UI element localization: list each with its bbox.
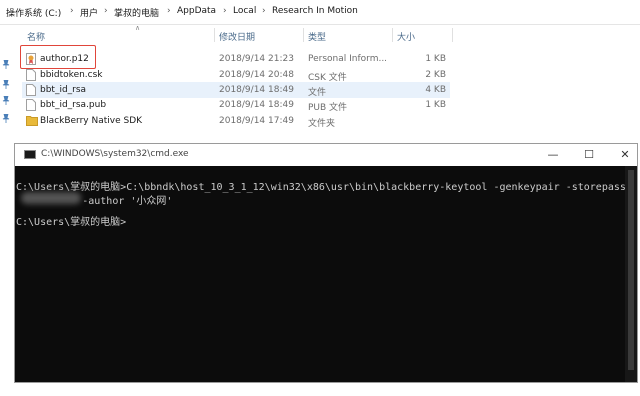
console-scrollbar[interactable] [625,166,637,382]
file-name: bbt_id_rsa.pub [40,100,107,110]
quick-access-pins [0,24,14,144]
breadcrumb-item-local[interactable]: Local [233,6,256,16]
file-row[interactable]: bbidtoken.csk 2018/9/14 20:48 CSK 文件 2 K… [22,67,450,83]
column-divider[interactable] [214,28,215,42]
pin-icon[interactable] [2,60,10,69]
generic-file-icon [26,84,36,96]
breadcrumb-separator[interactable]: › [262,6,266,16]
file-name: bbt_id_rsa [40,85,87,95]
breadcrumb-separator[interactable]: › [104,6,108,16]
console-prompt: C:\Users\掌叔的电脑> [16,217,127,228]
file-date: 2018/9/14 20:48 [219,70,294,80]
pin-icon[interactable] [2,114,10,123]
highlight-annotation [20,45,96,69]
file-name: bbidtoken.csk [40,70,103,80]
sort-ascending-icon: ∧ [135,24,141,32]
cmd-titlebar[interactable]: C:\WINDOWS\system32\cmd.exe — ☐ ✕ [15,144,637,166]
breadcrumb-item-research-in-motion[interactable]: Research In Motion [272,6,358,16]
generic-file-icon [26,69,36,81]
maximize-button[interactable]: ☐ [581,147,597,163]
file-name: BlackBerry Native SDK [40,116,143,126]
breadcrumb-item-drive[interactable]: 操作系统 (C:) [6,6,61,19]
breadcrumb: 操作系统 (C:) › 用户 › 掌叔的电脑 › AppData › Local… [0,0,640,25]
column-divider[interactable] [303,28,304,42]
breadcrumb-separator[interactable]: › [70,6,74,16]
column-divider[interactable] [452,28,453,42]
console-output[interactable]: C:\Users\掌叔的电脑>C:\bbndk\host_10_3_1_12\w… [15,166,626,382]
generic-file-icon [26,99,36,111]
breadcrumb-item-users[interactable]: 用户 [80,6,98,19]
breadcrumb-separator[interactable]: › [167,6,171,16]
file-date: 2018/9/14 18:49 [219,100,294,110]
file-type: PUB 文件 [308,103,348,113]
close-button[interactable]: ✕ [617,147,633,163]
file-size: 2 KB [425,70,446,80]
column-header-size[interactable]: 大小 [397,30,415,43]
breadcrumb-separator[interactable]: › [223,6,227,16]
column-header-name[interactable]: 名称 [27,30,45,43]
file-row[interactable]: bbt_id_rsa.pub 2018/9/14 18:49 PUB 文件 1 … [22,97,450,113]
pin-icon[interactable] [2,80,10,89]
cmd-window-title: C:\WINDOWS\system32\cmd.exe [41,149,189,159]
scrollbar-thumb[interactable] [628,170,634,370]
column-divider[interactable] [392,28,393,42]
folder-icon [26,115,38,127]
file-row[interactable]: bbt_id_rsa 2018/9/14 18:49 文件 4 KB [22,82,450,98]
minimize-button[interactable]: — [545,147,561,163]
console-line: C:\Users\掌叔的电脑>C:\bbndk\host_10_3_1_12\w… [16,182,626,193]
breadcrumb-item-appdata[interactable]: AppData [177,6,216,16]
console-icon [24,150,36,159]
column-header-type[interactable]: 类型 [308,30,326,43]
file-size: 1 KB [425,54,446,64]
console-line: -author '小众网' [16,196,173,207]
file-type: Personal Inform... [308,54,388,64]
file-row[interactable]: BlackBerry Native SDK 2018/9/14 17:49 文件… [22,113,450,129]
file-size: 4 KB [425,85,446,95]
file-date: 2018/9/14 21:23 [219,54,294,64]
breadcrumb-item-user[interactable]: 掌叔的电脑 [114,6,159,19]
file-size: 1 KB [425,100,446,110]
cmd-window[interactable]: C:\WINDOWS\system32\cmd.exe — ☐ ✕ C:\Use… [14,143,638,383]
file-date: 2018/9/14 18:49 [219,85,294,95]
column-header-date[interactable]: 修改日期 [219,30,255,43]
file-type: 文件夹 [308,119,336,129]
file-date: 2018/9/14 17:49 [219,116,294,126]
pin-icon[interactable] [2,96,10,105]
